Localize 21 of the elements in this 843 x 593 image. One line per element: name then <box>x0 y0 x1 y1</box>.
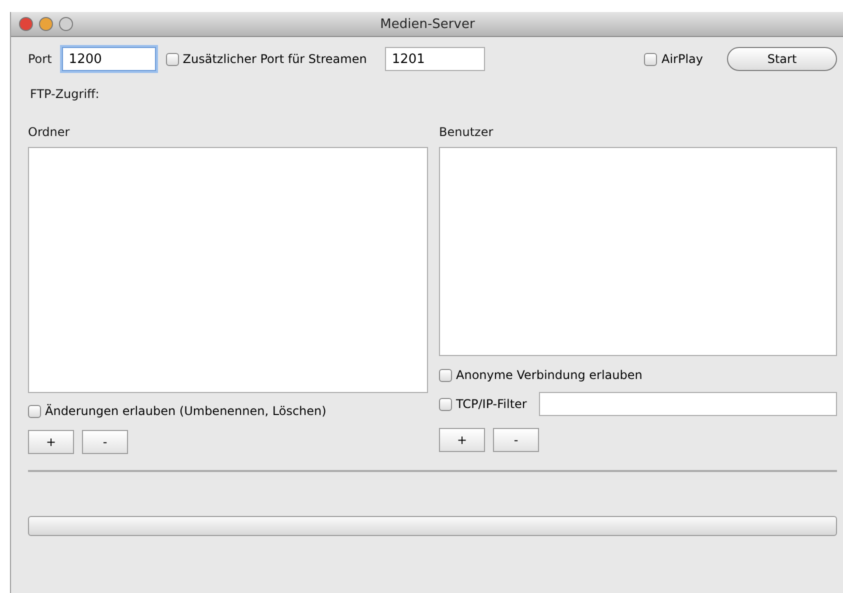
folders-label: Ordner <box>28 125 71 139</box>
stream-port-field[interactable]: 1201 <box>384 47 485 71</box>
ftp-access-label: FTP-Zugriff: <box>30 87 100 101</box>
remove-button[interactable]: - <box>493 428 539 452</box>
port-field[interactable]: 1200 <box>62 47 156 71</box>
users-label: Benutzer <box>439 125 494 139</box>
window-title: Medien-Server <box>380 16 475 32</box>
ip-filter-field[interactable] <box>538 392 837 416</box>
checkbox[interactable]: Anonyme Verbindung erlauben <box>439 368 642 382</box>
checkbox[interactable]: Zusätzlicher Port für Streamen <box>166 52 367 66</box>
zoom-button[interactable] <box>59 17 73 31</box>
checkbox[interactable]: Änderungen erlauben (Umbenennen, Löschen) <box>28 404 326 418</box>
remove-button[interactable]: - <box>82 430 128 454</box>
start-button[interactable]: Start <box>727 47 837 71</box>
minimize-button[interactable] <box>39 17 53 31</box>
add-button[interactable]: + <box>439 428 485 452</box>
close-button[interactable] <box>19 17 33 31</box>
checkbox[interactable]: AirPlay <box>644 52 703 66</box>
add-button[interactable]: + <box>28 430 74 454</box>
port-label: Port <box>28 52 52 66</box>
checkbox[interactable]: TCP/IP-Filter <box>439 397 527 411</box>
